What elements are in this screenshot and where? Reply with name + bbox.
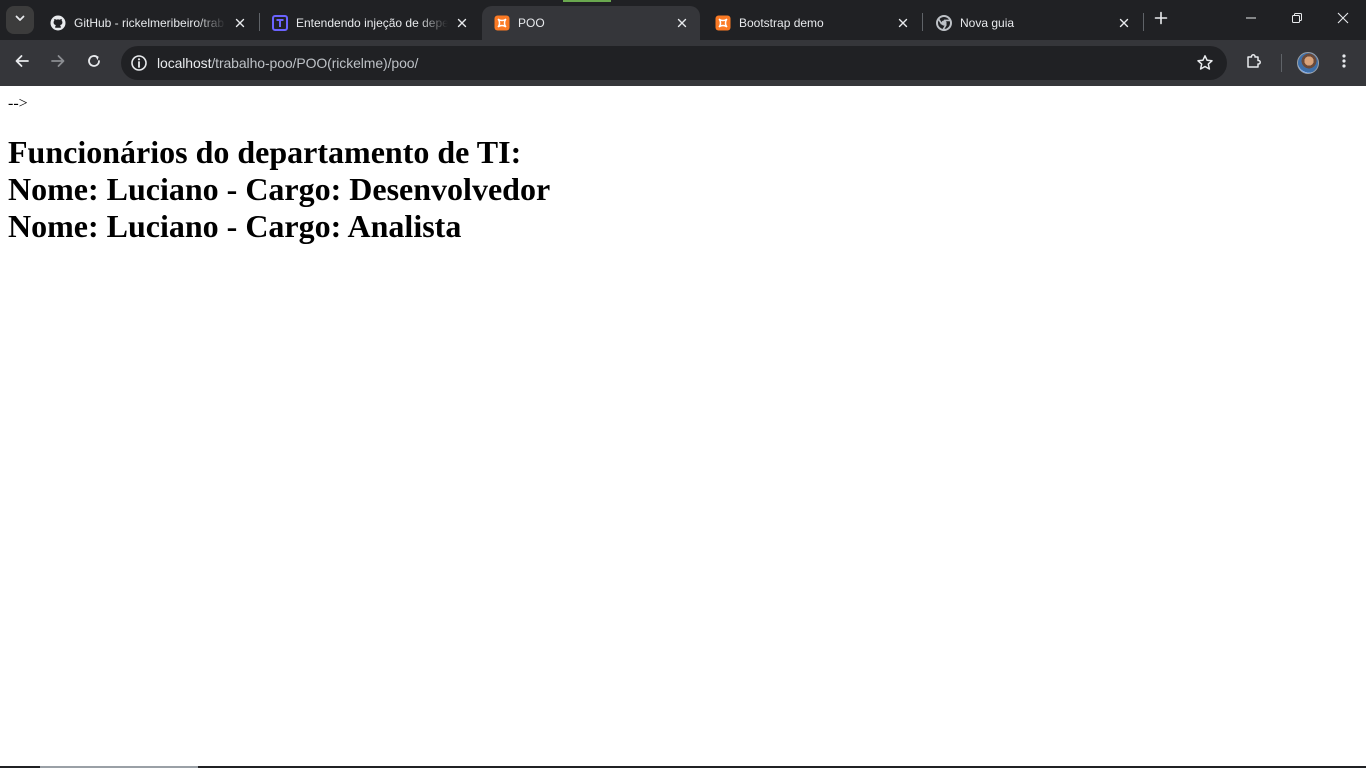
xampp-icon: [715, 15, 731, 31]
close-icon[interactable]: [674, 15, 690, 31]
address-bar[interactable]: localhost/trabalho-poo/POO(rickelme)/poo…: [121, 46, 1227, 80]
toolbar-divider: [1281, 54, 1282, 72]
tab-strip: GitHub - rickelmeribeiro/trab Entendendo…: [0, 0, 1366, 40]
stray-comment-text: -->: [8, 95, 28, 112]
reload-icon: [86, 53, 102, 74]
arrow-right-icon: [50, 53, 66, 74]
tab-search-button[interactable]: [6, 6, 34, 34]
close-icon[interactable]: [232, 15, 248, 31]
close-icon[interactable]: [454, 15, 470, 31]
xampp-icon: [494, 15, 510, 31]
tab-bootstrap-demo[interactable]: Bootstrap demo: [703, 6, 921, 40]
chrome-icon: [936, 15, 952, 31]
tab-github[interactable]: GitHub - rickelmeribeiro/trab: [38, 6, 258, 40]
tab-activity-indicator: [563, 0, 611, 2]
page-heading: Funcionários do departamento de TI:: [8, 134, 522, 170]
restore-icon: [1291, 11, 1303, 29]
minimize-button[interactable]: [1228, 0, 1274, 40]
tab-separator: [1143, 13, 1144, 31]
plus-icon: [1154, 11, 1168, 30]
menu-button[interactable]: [1330, 49, 1358, 77]
close-icon: [1337, 11, 1349, 29]
treinaweb-icon: [272, 15, 288, 31]
profile-avatar[interactable]: [1297, 52, 1319, 74]
more-vertical-icon: [1336, 53, 1352, 74]
restore-button[interactable]: [1274, 0, 1320, 40]
bookmark-star-icon[interactable]: [1195, 53, 1215, 73]
tab-title: Nova guia: [960, 16, 1015, 30]
page-content: --> Funcionários do departamento de TI: …: [0, 86, 1366, 768]
employee-entry: Nome: Luciano - Cargo: Analista: [8, 208, 462, 244]
close-window-button[interactable]: [1320, 0, 1366, 40]
url-text[interactable]: localhost/trabalho-poo/POO(rickelme)/poo…: [157, 55, 418, 71]
tab-separator: [922, 13, 923, 31]
tab-title: Entendendo injeção de depe: [296, 16, 448, 30]
url-path: /trabalho-poo/POO(rickelme)/poo/: [211, 55, 419, 71]
github-icon: [50, 15, 66, 31]
tab-title: POO: [518, 16, 545, 30]
minimize-icon: [1245, 11, 1257, 29]
arrow-left-icon: [14, 53, 30, 74]
tab-treinaweb[interactable]: Entendendo injeção de depe: [260, 6, 480, 40]
employee-entry: Nome: Luciano - Cargo: Desenvolvedor: [8, 171, 551, 207]
site-info-icon[interactable]: [129, 53, 149, 73]
forward-button[interactable]: [44, 49, 72, 77]
url-host: localhost: [157, 55, 212, 71]
tab-title: Bootstrap demo: [739, 16, 824, 30]
tab-nova-guia[interactable]: Nova guia: [924, 6, 1142, 40]
browser-toolbar: localhost/trabalho-poo/POO(rickelme)/poo…: [0, 40, 1366, 86]
close-icon[interactable]: [1116, 15, 1132, 31]
extensions-button[interactable]: [1240, 49, 1268, 77]
puzzle-icon: [1245, 52, 1263, 75]
tab-title: GitHub - rickelmeribeiro/trab: [74, 16, 225, 30]
close-icon[interactable]: [895, 15, 911, 31]
back-button[interactable]: [8, 49, 36, 77]
new-tab-button[interactable]: [1150, 9, 1172, 31]
reload-button[interactable]: [80, 49, 108, 77]
chevron-down-icon: [14, 11, 26, 29]
tab-poo[interactable]: POO: [482, 6, 700, 40]
